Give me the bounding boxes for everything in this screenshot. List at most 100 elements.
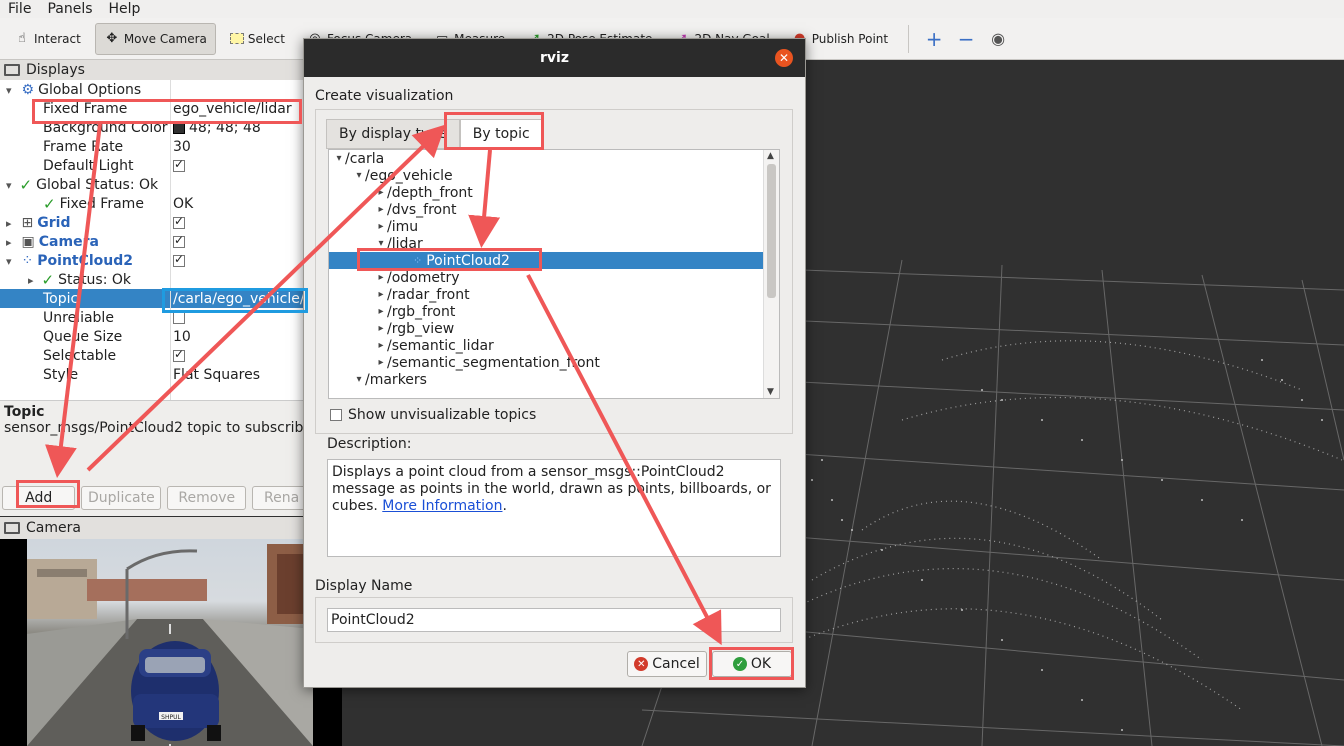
fixed-frame-value[interactable]: ego_vehicle/lidar bbox=[173, 101, 292, 117]
topic-depth-front[interactable]: ▸/depth_front bbox=[329, 184, 763, 201]
row-pointcloud2[interactable]: ⁘PointCloud2 bbox=[0, 251, 311, 270]
expand-arrow-icon[interactable]: ▸ bbox=[375, 323, 387, 334]
show-unvisualizable-checkbox[interactable] bbox=[330, 409, 342, 421]
topic-lidar[interactable]: ▾/lidar bbox=[329, 235, 763, 252]
row-style[interactable]: Style Flat Squares bbox=[0, 365, 311, 384]
expand-arrow-icon[interactable] bbox=[6, 234, 12, 250]
tool-select[interactable]: Select bbox=[222, 23, 293, 55]
description-title: Topic bbox=[4, 404, 45, 420]
monitor-icon bbox=[4, 64, 20, 76]
row-gs-fixed-frame[interactable]: ✓ Fixed Frame OK bbox=[0, 194, 311, 213]
add-button[interactable]: Add bbox=[2, 486, 76, 510]
expand-arrow-icon[interactable]: ▾ bbox=[353, 374, 365, 385]
cancel-button[interactable]: ✕ Cancel bbox=[627, 651, 707, 677]
expand-arrow-icon[interactable]: ▾ bbox=[375, 238, 387, 249]
expand-arrow-icon[interactable]: ▸ bbox=[375, 221, 387, 232]
tool-interact[interactable]: ☝ Interact bbox=[6, 23, 89, 55]
duplicate-button[interactable]: Duplicate bbox=[81, 486, 162, 510]
displays-panel-title: Displays bbox=[0, 60, 311, 80]
camera-image-view[interactable]: SHPUL bbox=[0, 539, 342, 746]
row-grid[interactable]: ⊞Grid bbox=[0, 213, 311, 232]
topic-rgb-view[interactable]: ▸/rgb_view bbox=[329, 320, 763, 337]
grid-checkbox[interactable] bbox=[173, 214, 185, 229]
expand-arrow-icon[interactable]: ▸ bbox=[375, 357, 387, 368]
plus-icon[interactable]: + bbox=[921, 26, 947, 52]
expand-arrow-icon[interactable]: ▸ bbox=[375, 306, 387, 317]
expand-arrow-icon[interactable] bbox=[6, 82, 12, 98]
camera-scene-image: SHPUL bbox=[27, 539, 313, 746]
row-default-light[interactable]: Default Light bbox=[0, 156, 311, 175]
expand-arrow-icon[interactable] bbox=[28, 272, 34, 288]
queue-size-value[interactable]: 10 bbox=[173, 329, 191, 345]
row-queue-size[interactable]: Queue Size 10 bbox=[0, 327, 311, 346]
topic-semantic-segmentation-front[interactable]: ▸/semantic_segmentation_front bbox=[329, 354, 763, 371]
topic-imu[interactable]: ▸/imu bbox=[329, 218, 763, 235]
row-selectable[interactable]: Selectable bbox=[0, 346, 311, 365]
pointcloud-icon: ⁘ bbox=[21, 252, 34, 269]
expand-arrow-icon[interactable]: ▸ bbox=[375, 340, 387, 351]
expand-arrow-icon[interactable] bbox=[6, 177, 12, 193]
more-information-link[interactable]: More Information bbox=[382, 498, 502, 514]
topic-semantic-lidar[interactable]: ▸/semantic_lidar bbox=[329, 337, 763, 354]
close-icon[interactable]: ✕ bbox=[775, 49, 793, 67]
topic-tree[interactable]: ▾/carla ▾/ego_vehicle ▸/depth_front ▸/dv… bbox=[328, 149, 780, 399]
selectable-checkbox[interactable] bbox=[173, 347, 185, 362]
pointcloud2-checkbox[interactable] bbox=[173, 252, 185, 267]
expand-arrow-icon[interactable]: ▸ bbox=[375, 187, 387, 198]
topic-carla[interactable]: ▾/carla bbox=[329, 150, 763, 167]
expand-arrow-icon[interactable]: ▸ bbox=[375, 272, 387, 283]
tool-move-camera[interactable]: ✥ Move Camera bbox=[94, 22, 216, 55]
menu-panels[interactable]: Panels bbox=[39, 1, 100, 17]
frame-rate-value[interactable]: 30 bbox=[173, 139, 191, 155]
row-fixed-frame[interactable]: Fixed Frame ego_vehicle/lidar bbox=[0, 99, 311, 118]
display-name-input[interactable]: PointCloud2 bbox=[327, 608, 781, 632]
topic-tree-scrollbar[interactable]: ▲ ▼ bbox=[763, 150, 779, 398]
row-camera[interactable]: ▣Camera bbox=[0, 232, 311, 251]
row-topic[interactable]: Topic /carla/ego_vehicle/ bbox=[0, 289, 311, 308]
topic-dvs-front[interactable]: ▸/dvs_front bbox=[329, 201, 763, 218]
scrollbar-thumb[interactable] bbox=[767, 164, 776, 298]
topic-radar-front[interactable]: ▸/radar_front bbox=[329, 286, 763, 303]
expand-arrow-icon[interactable]: ▸ bbox=[375, 289, 387, 300]
grid-icon: ⊞ bbox=[21, 214, 34, 231]
eye-icon[interactable]: ◉ bbox=[985, 26, 1011, 52]
expand-arrow-icon[interactable] bbox=[6, 253, 12, 269]
expand-arrow-icon[interactable]: ▾ bbox=[333, 153, 345, 164]
background-color-value[interactable]: 48; 48; 48 bbox=[189, 120, 261, 136]
row-background-color[interactable]: Background Color 48; 48; 48 bbox=[0, 118, 311, 137]
expand-arrow-icon[interactable]: ▾ bbox=[353, 170, 365, 181]
row-frame-rate[interactable]: Frame Rate 30 bbox=[0, 137, 311, 156]
tab-by-display-type[interactable]: By display type bbox=[326, 119, 460, 149]
camera-checkbox[interactable] bbox=[173, 233, 185, 248]
topic-value[interactable]: /carla/ego_vehicle/ bbox=[173, 291, 305, 307]
unreliable-checkbox[interactable] bbox=[173, 311, 185, 324]
row-status-ok[interactable]: ✓Status: Ok bbox=[0, 270, 311, 289]
remove-button[interactable]: Remove bbox=[167, 486, 247, 510]
minus-icon[interactable]: − bbox=[953, 26, 979, 52]
topic-ego-vehicle[interactable]: ▾/ego_vehicle bbox=[329, 167, 763, 184]
cancel-icon: ✕ bbox=[634, 657, 649, 671]
row-global-status[interactable]: ✓Global Status: Ok bbox=[0, 175, 311, 194]
row-unreliable[interactable]: Unreliable bbox=[0, 308, 311, 327]
style-value[interactable]: Flat Squares bbox=[173, 367, 260, 383]
scroll-up-icon[interactable]: ▲ bbox=[767, 151, 774, 161]
topic-rgb-front[interactable]: ▸/rgb_front bbox=[329, 303, 763, 320]
tab-by-topic[interactable]: By topic bbox=[459, 119, 543, 149]
expand-arrow-icon[interactable]: ▸ bbox=[375, 204, 387, 215]
topic-odometry[interactable]: ▸/odometry bbox=[329, 269, 763, 286]
scroll-down-icon[interactable]: ▼ bbox=[767, 387, 774, 397]
menu-help[interactable]: Help bbox=[101, 1, 149, 17]
topic-markers[interactable]: ▾/markers bbox=[329, 371, 763, 388]
default-light-checkbox[interactable] bbox=[173, 157, 185, 172]
tool-label: Select bbox=[247, 31, 285, 46]
row-global-options[interactable]: ⚙Global Options bbox=[0, 80, 311, 99]
expand-arrow-icon[interactable] bbox=[6, 215, 12, 231]
show-unvisualizable-row[interactable]: Show unvisualizable topics bbox=[330, 407, 536, 423]
pointer-icon: ☝ bbox=[18, 31, 26, 46]
menu-file[interactable]: File bbox=[0, 1, 39, 17]
description-label: Description: bbox=[327, 436, 412, 452]
ok-button[interactable]: ✓ OK bbox=[712, 651, 792, 677]
row-key: Style bbox=[43, 366, 79, 383]
displays-tree[interactable]: ⚙Global Options Fixed Frame ego_vehicle/… bbox=[0, 80, 311, 400]
topic-pointcloud2[interactable]: ⁘ PointCloud2 bbox=[329, 252, 763, 269]
